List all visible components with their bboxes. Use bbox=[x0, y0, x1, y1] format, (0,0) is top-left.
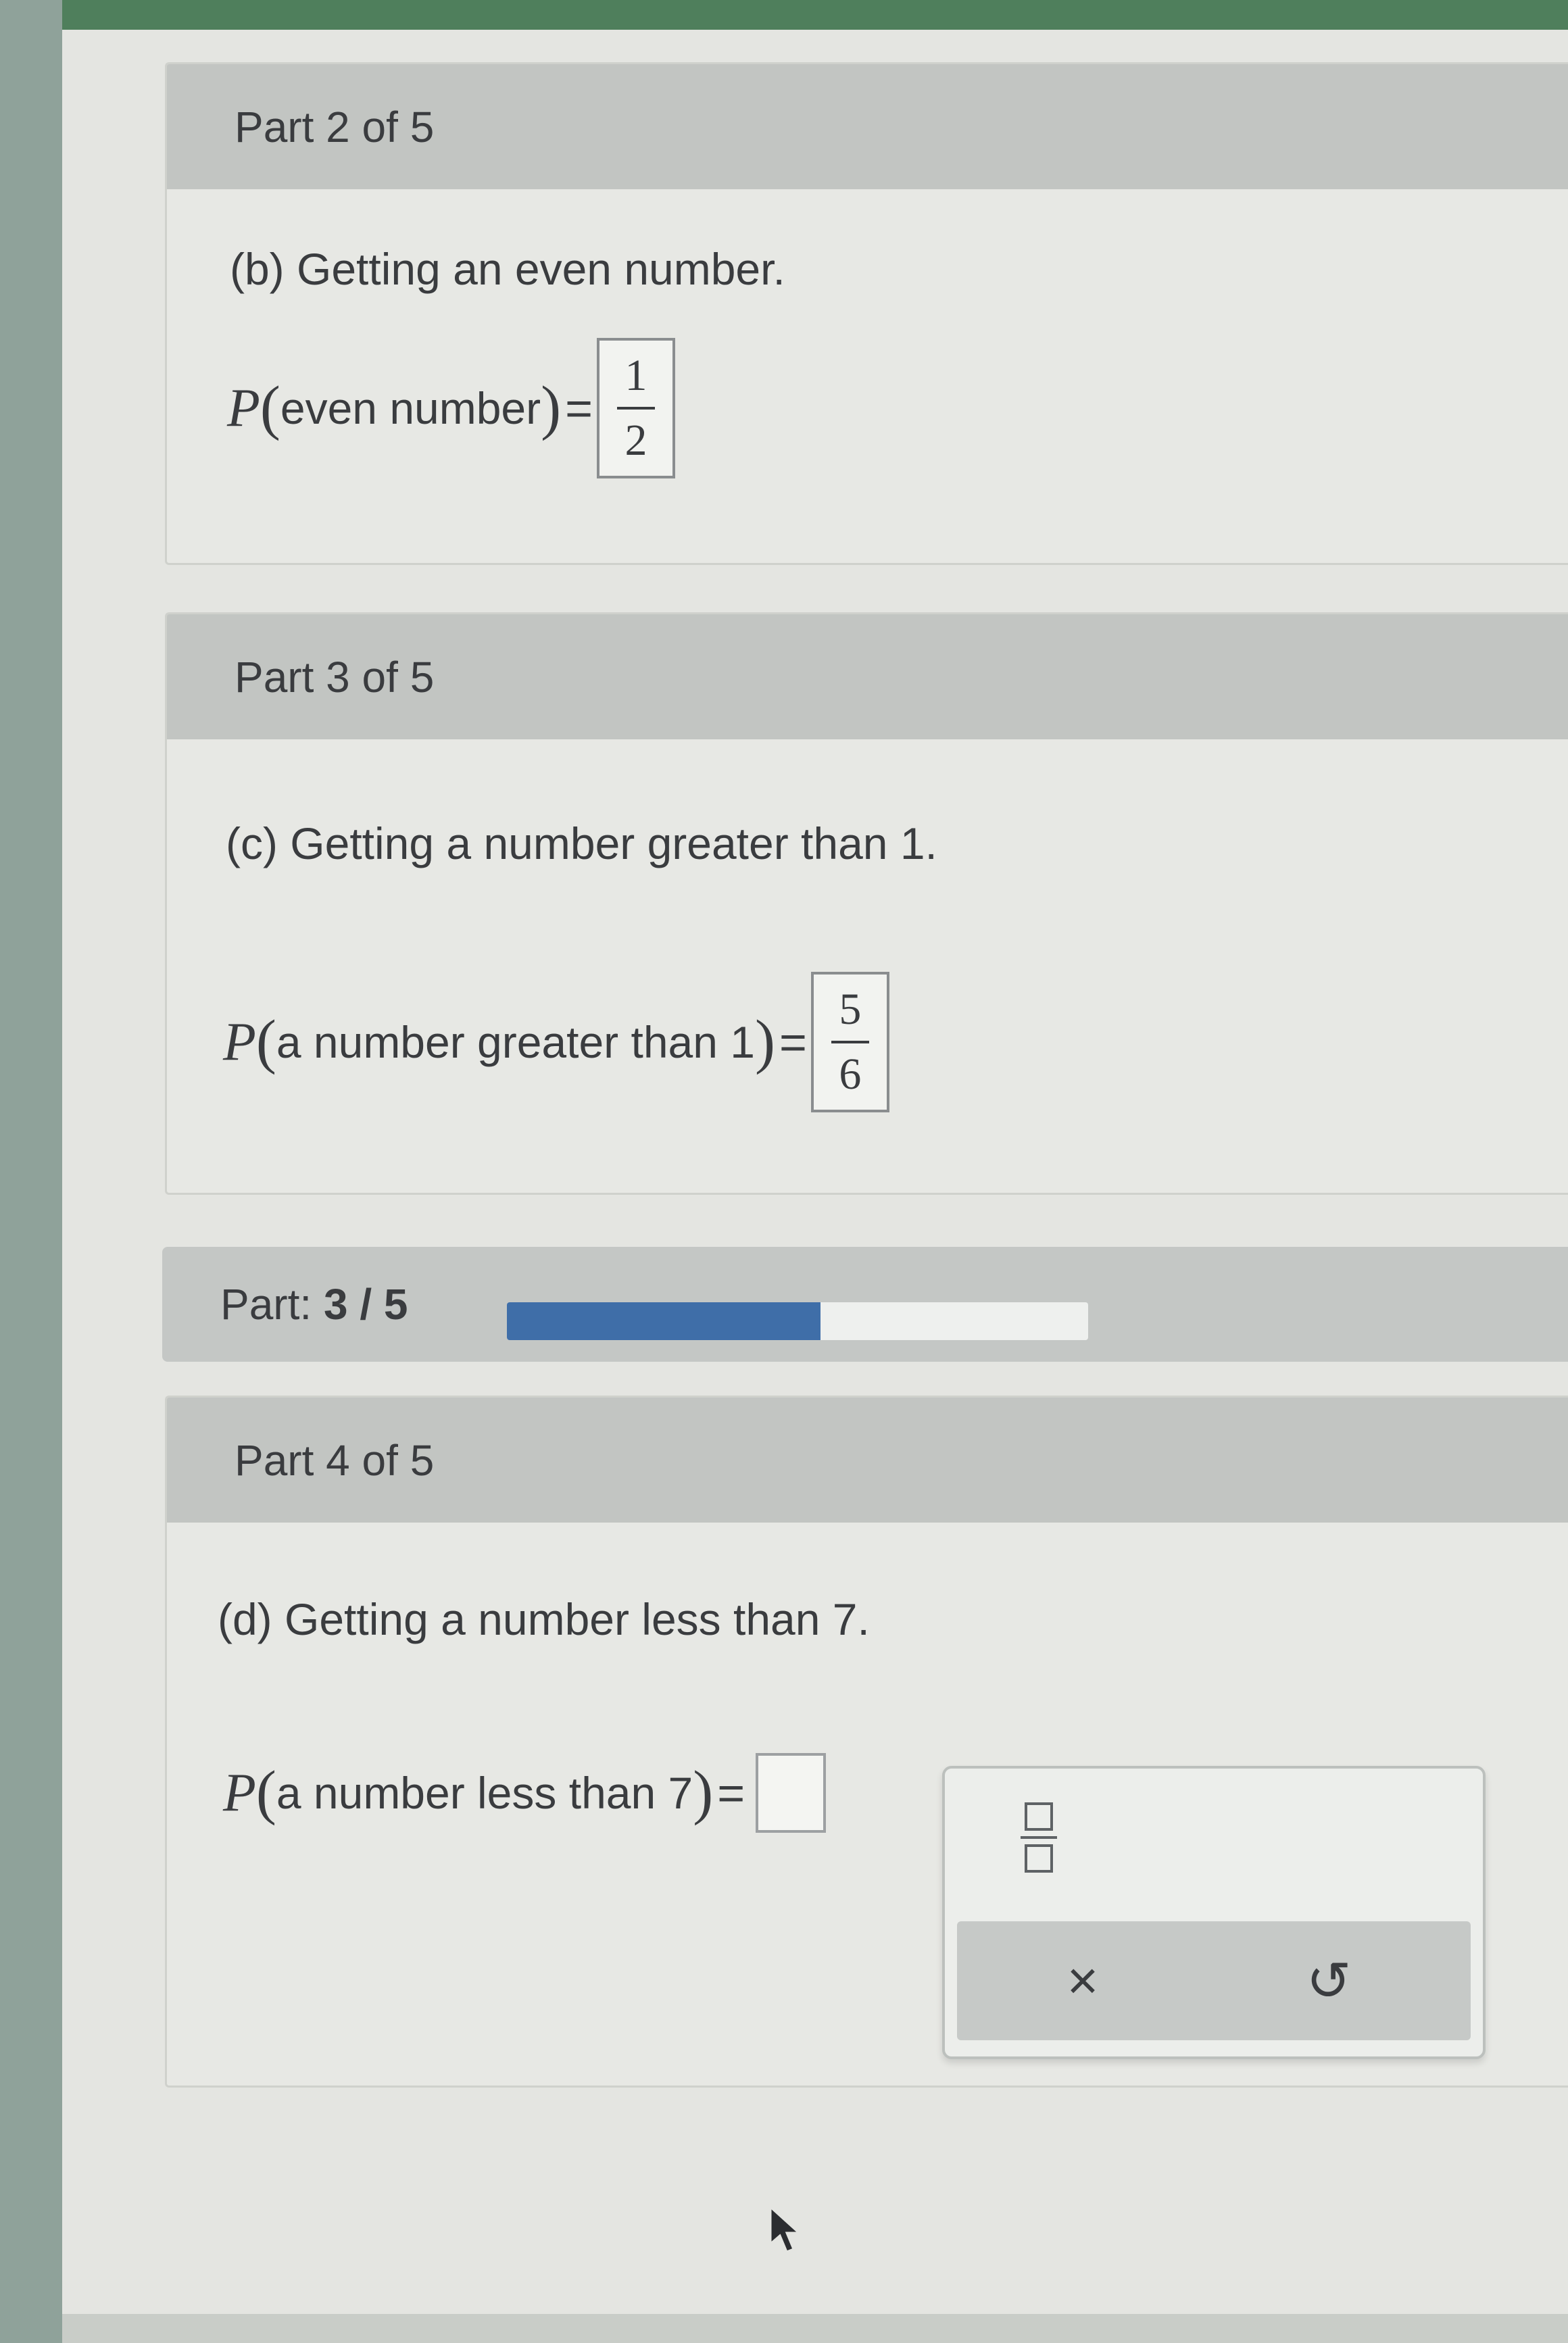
progress-bar-fill bbox=[507, 1302, 821, 1340]
fraction-bar bbox=[616, 407, 655, 410]
part2-answer-numerator: 1 bbox=[624, 351, 647, 400]
equals-sign: = bbox=[717, 1767, 745, 1819]
palette-actions: × ↺ bbox=[957, 1921, 1471, 2040]
part3-answer-numerator: 5 bbox=[839, 985, 862, 1034]
open-paren: ( bbox=[255, 1759, 276, 1826]
open-paren: ( bbox=[260, 374, 280, 441]
mouse-cursor-icon bbox=[769, 2204, 802, 2253]
probability-letter: P bbox=[227, 378, 260, 438]
left-edge bbox=[0, 0, 62, 2343]
part4-question: (d) Getting a number less than 7. bbox=[218, 1594, 870, 1644]
fraction-bar bbox=[1021, 1836, 1057, 1839]
close-paren: ) bbox=[754, 1008, 775, 1075]
part2-card: Part 2 of 5 bbox=[165, 62, 1568, 565]
progress-label: Part: 3 / 5 bbox=[220, 1279, 408, 1329]
part3-event: a number greater than 1 bbox=[276, 1017, 755, 1067]
part2-equation: P ( even number ) = 1 2 bbox=[227, 338, 675, 478]
equals-sign: = bbox=[565, 382, 593, 435]
undo-button[interactable]: ↺ bbox=[1295, 1947, 1363, 2015]
progress-label-value: 3 / 5 bbox=[323, 1280, 408, 1329]
part3-question: (c) Getting a number greater than 1. bbox=[226, 818, 937, 868]
progress-bar bbox=[507, 1302, 1088, 1340]
math-palette: × ↺ bbox=[942, 1766, 1486, 2059]
part4-event: a number less than 7 bbox=[276, 1768, 693, 1818]
part4-equation: P ( a number less than 7 ) = bbox=[223, 1753, 827, 1833]
open-paren: ( bbox=[255, 1008, 276, 1075]
part2-answer-denominator: 2 bbox=[624, 416, 647, 465]
part4-answer-input[interactable] bbox=[756, 1753, 827, 1833]
part3-header: Part 3 of 5 bbox=[167, 614, 1568, 739]
close-paren: ) bbox=[693, 1759, 714, 1826]
progress-label-prefix: Part: bbox=[220, 1280, 312, 1329]
equals-sign: = bbox=[779, 1016, 807, 1068]
part2-event: even number bbox=[280, 383, 541, 433]
part2-header-text: Part 2 of 5 bbox=[235, 102, 435, 151]
fraction-icon[interactable] bbox=[1021, 1802, 1057, 1873]
part3-answer-denominator: 6 bbox=[839, 1050, 862, 1099]
fraction-bar bbox=[831, 1041, 869, 1043]
close-icon: × bbox=[1067, 1950, 1099, 2011]
part4-header-text: Part 4 of 5 bbox=[235, 1435, 435, 1485]
fraction-denominator-slot bbox=[1025, 1844, 1053, 1873]
close-paren: ) bbox=[541, 374, 562, 441]
part3-answer-field[interactable]: 5 6 bbox=[810, 972, 889, 1112]
top-window-strip bbox=[0, 0, 1568, 30]
part2-header: Part 2 of 5 bbox=[167, 64, 1568, 189]
clear-button[interactable]: × bbox=[1049, 1947, 1117, 2015]
fraction-numerator-slot bbox=[1025, 1802, 1053, 1831]
part4-header: Part 4 of 5 bbox=[167, 1398, 1568, 1523]
part3-equation: P ( a number greater than 1 ) = 5 6 bbox=[223, 972, 889, 1112]
part3-header-text: Part 3 of 5 bbox=[235, 652, 435, 701]
probability-letter: P bbox=[223, 1762, 256, 1823]
part2-question: (b) Getting an even number. bbox=[230, 244, 785, 294]
undo-icon: ↺ bbox=[1306, 1950, 1352, 2011]
probability-letter: P bbox=[223, 1012, 256, 1072]
bottom-strip bbox=[62, 2314, 1568, 2343]
progress-band: Part: 3 / 5 bbox=[162, 1247, 1568, 1362]
part2-answer-field[interactable]: 1 2 bbox=[596, 338, 675, 478]
